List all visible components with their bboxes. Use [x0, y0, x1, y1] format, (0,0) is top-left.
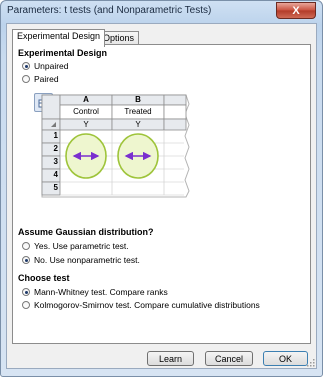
radio-label: No. Use nonparametric test. [34, 255, 140, 265]
radio-kolmogorov-smirnov[interactable]: Kolmogorov-Smirnov test. Compare cumulat… [22, 300, 260, 310]
radio-indicator[interactable] [22, 62, 30, 70]
column-b-letter: B [135, 95, 141, 104]
column-a-title: Control [73, 107, 99, 116]
window-title: Parameters: t tests (and Nonparametric T… [7, 5, 212, 16]
row-number: 1 [53, 131, 58, 140]
radio-nonparametric[interactable]: No. Use nonparametric test. [22, 255, 140, 265]
radio-mann-whitney[interactable]: Mann-Whitney test. Compare ranks [22, 287, 168, 297]
cancel-button[interactable]: Cancel [205, 351, 253, 366]
column-a-subhead: Y [83, 120, 89, 129]
tab-panel-experimental-design: Experimental Design Unpaired Paired A B … [12, 44, 311, 344]
title-bar[interactable]: Parameters: t tests (and Nonparametric T… [1, 1, 322, 23]
radio-label: Unpaired [34, 61, 69, 71]
row-number: 5 [53, 183, 58, 192]
radio-indicator[interactable] [22, 301, 30, 309]
radio-label: Kolmogorov-Smirnov test. Compare cumulat… [34, 300, 260, 310]
experimental-design-heading: Experimental Design [18, 48, 108, 58]
dialog-body: Experimental Design Options Experimental… [6, 23, 317, 369]
row-number: 3 [53, 157, 58, 166]
learn-button[interactable]: Learn [147, 351, 194, 366]
radio-unpaired[interactable]: Unpaired [22, 61, 69, 71]
gaussian-heading: Assume Gaussian distribution? [18, 227, 154, 237]
close-icon: X [292, 4, 300, 17]
resize-grip-icon[interactable] [306, 358, 315, 367]
radio-indicator[interactable] [22, 75, 30, 83]
radio-indicator[interactable] [22, 256, 30, 264]
radio-label: Paired [34, 74, 59, 84]
column-b-title: Treated [124, 107, 152, 116]
column-b-subhead: Y [135, 120, 141, 129]
radio-label: Yes. Use parametric test. [34, 241, 129, 251]
radio-label: Mann-Whitney test. Compare ranks [34, 287, 168, 297]
tab-experimental-design[interactable]: Experimental Design [12, 29, 106, 47]
column-a-letter: A [83, 95, 89, 104]
row-number: 4 [53, 170, 58, 179]
dialog-window: Parameters: t tests (and Nonparametric T… [0, 0, 323, 377]
radio-indicator[interactable] [22, 242, 30, 250]
radio-paired[interactable]: Paired [22, 74, 59, 84]
close-button[interactable]: X [276, 2, 316, 19]
ok-button[interactable]: OK [263, 351, 308, 366]
data-table-preview: A B Control Treated Y Y 1 2 3 4 5 [39, 92, 191, 200]
choose-test-heading: Choose test [18, 273, 70, 283]
row-number: 2 [53, 144, 58, 153]
radio-parametric[interactable]: Yes. Use parametric test. [22, 241, 129, 251]
radio-indicator[interactable] [22, 288, 30, 296]
